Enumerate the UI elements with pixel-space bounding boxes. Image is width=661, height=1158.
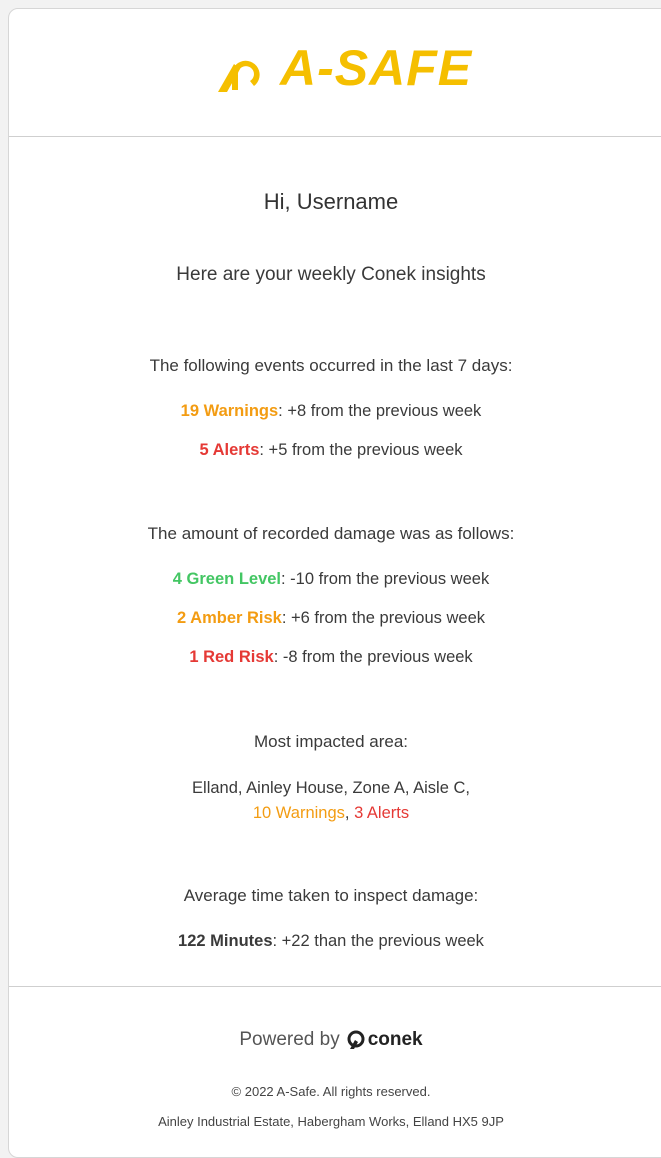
events-warnings-line: 19 Warnings: +8 from the previous week — [9, 402, 653, 421]
conek-logo-icon — [347, 1030, 365, 1049]
asafe-logo-icon — [218, 60, 260, 92]
impacted-title: Most impacted area: — [253, 732, 408, 751]
inspection-detail: : +22 than the previous week — [272, 932, 484, 950]
events-alerts-line: 5 Alerts: +5 from the previous week — [9, 441, 653, 460]
alerts-count: 5 Alerts — [199, 441, 260, 459]
amber-risk-count: 2 Amber Risk — [177, 609, 282, 627]
conek-logo[interactable]: conek — [346, 1029, 423, 1051]
impacted-counts: 10 Warnings, 3 Alerts — [9, 804, 653, 823]
amber-risk-detail: : +6 from the previous week — [281, 609, 485, 627]
email-header: A-SAFE — [9, 9, 661, 137]
copyright: © 2022 A-Safe. All rights reserved. — [231, 1084, 431, 1099]
inspection-value: 122 Minutes — [178, 932, 273, 950]
events-title: The following events occurred in the las… — [149, 356, 513, 375]
red-risk-count: 1 Red Risk — [189, 648, 274, 666]
asafe-logo[interactable]: A-SAFE — [202, 40, 472, 96]
powered-by-label: Powered by — [239, 1029, 340, 1050]
inspection-line: 122 Minutes: +22 than the previous week — [9, 932, 653, 951]
damage-title: The amount of recorded damage was as fol… — [147, 524, 515, 543]
asafe-logo-text: A-SAFE — [280, 40, 473, 96]
conek-logo-text: conek — [367, 1029, 423, 1050]
impacted-alerts: 3 Alerts — [354, 804, 410, 822]
red-risk-detail: : -8 from the previous week — [273, 648, 473, 666]
impacted-location: Elland, Ainley House, Zone A, Aisle C, — [192, 779, 470, 797]
damage-red-line: 1 Red Risk: -8 from the previous week — [9, 648, 653, 667]
greeting: Hi, Username — [263, 189, 399, 214]
intro-text: Here are your weekly Conek insights — [176, 264, 486, 285]
alerts-detail: : +5 from the previous week — [259, 441, 463, 459]
address: Ainley Industrial Estate, Habergham Work… — [158, 1114, 504, 1129]
impacted-warnings: 10 Warnings — [252, 804, 345, 822]
email-card: A-SAFE Hi, Username Here are your weekly… — [8, 8, 661, 1158]
inspection-title: Average time taken to inspect damage: — [183, 886, 479, 905]
warnings-count: 19 Warnings — [180, 402, 279, 420]
email-footer: Powered by conek © 2022 A-Safe. All righ… — [9, 986, 661, 1157]
green-level-detail: : -10 from the previous week — [281, 570, 490, 588]
powered-by: Powered by conek — [9, 1029, 653, 1051]
warnings-detail: : +8 from the previous week — [278, 402, 482, 420]
impacted-separator: , — [344, 804, 350, 822]
green-level-count: 4 Green Level — [172, 570, 282, 588]
damage-green-line: 4 Green Level: -10 from the previous wee… — [9, 570, 653, 589]
damage-amber-line: 2 Amber Risk: +6 from the previous week — [9, 609, 653, 628]
